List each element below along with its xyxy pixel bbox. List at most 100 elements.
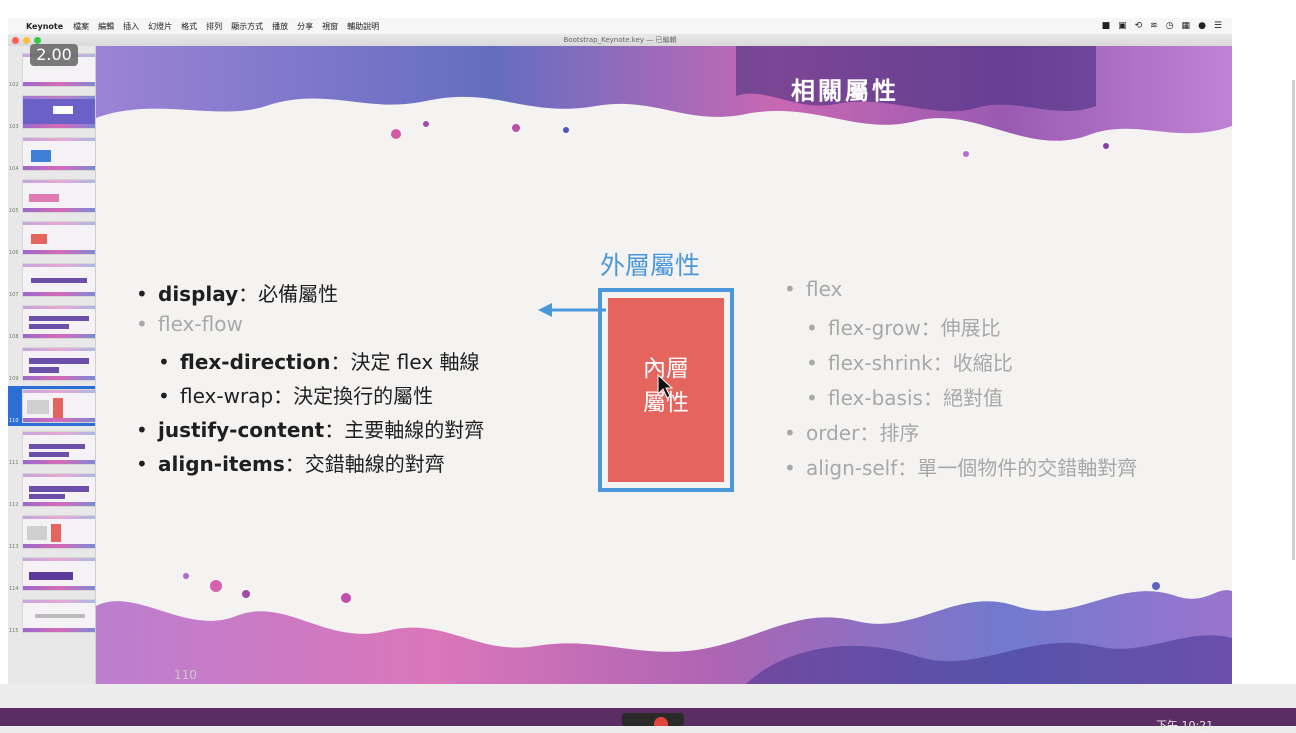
slide-thumbnail-number: 102 <box>9 82 19 88</box>
menu-arrange[interactable]: 排列 <box>206 21 222 32</box>
menu-format[interactable]: 格式 <box>181 21 197 32</box>
menu-app-name[interactable]: Keynote <box>26 22 63 31</box>
minimize-window-button[interactable] <box>23 37 30 44</box>
inner-property-item: • flex-grow：伸展比 <box>806 312 1001 341</box>
menu-file[interactable]: 檔案 <box>73 21 89 32</box>
slide-thumbnail[interactable]: 113 <box>8 512 95 552</box>
menu-view[interactable]: 顯示方式 <box>231 21 263 32</box>
property-description: flex-shrink：收縮比 <box>828 351 1013 375</box>
property-description: order：排序 <box>806 421 920 445</box>
menu-window[interactable]: 視窗 <box>322 21 338 32</box>
bullet-icon: • <box>806 386 818 410</box>
outer-property-item: • flex-wrap：決定換行的屬性 <box>158 380 433 409</box>
slide-thumbnail-number: 111 <box>9 460 19 466</box>
bullet-icon: • <box>158 384 170 408</box>
menu-slide[interactable]: 幻燈片 <box>148 21 172 32</box>
bullet-icon: • <box>806 316 818 340</box>
vertical-scrollbar[interactable] <box>1292 80 1295 560</box>
slide-thumbnail[interactable]: 110 <box>8 386 95 426</box>
slide-thumbnail[interactable]: 114 <box>8 554 95 594</box>
property-description: flex-wrap：決定換行的屬性 <box>180 384 434 408</box>
document-title: Bootstrap_Keynote.key — 已編輯 <box>563 36 677 44</box>
bullet-icon: • <box>806 351 818 375</box>
property-description: flex-basis：絕對值 <box>828 386 1003 410</box>
slide-navigator[interactable]: 102 103 104 105 106 107 108 109 110 111 112 113 114 1… <box>8 46 96 684</box>
outer-property-item: • flex-direction：決定 flex 軸線 <box>158 346 480 375</box>
property-description: align-self：單一個物件的交錯軸對齊 <box>806 456 1138 480</box>
timer-icon[interactable]: ◷ <box>1166 21 1174 31</box>
inner-property-item: • order：排序 <box>784 417 919 446</box>
outer-property-item: • justify-content：主要軸線的對齊 <box>136 414 484 443</box>
property-description: flex-flow <box>158 312 243 336</box>
slide-thumbnail-number: 114 <box>9 586 19 592</box>
menu-share[interactable]: 分享 <box>297 21 313 32</box>
property-description: ：必備屬性 <box>238 282 339 306</box>
screen-record-icon[interactable]: ■ <box>1102 21 1111 31</box>
menu-edit[interactable]: 編輯 <box>98 21 114 32</box>
slide-thumbnail-number: 108 <box>9 334 19 340</box>
menu-help[interactable]: 輔助說明 <box>347 21 379 32</box>
slide-thumbnail-number: 113 <box>9 544 19 550</box>
menu-bar: Keynote 檔案 編輯 插入 幻燈片 格式 排列 顯示方式 播放 分享 視窗… <box>8 18 1232 34</box>
outer-property-item: • flex-flow <box>136 312 243 336</box>
slide-thumbnail-number: 107 <box>9 292 19 298</box>
slide-thumbnail-image <box>22 305 95 339</box>
outer-property-item: • align-items：交錯軸線的對齊 <box>136 448 445 477</box>
slide-thumbnail-image <box>22 599 95 633</box>
property-description: ：決定 flex 軸線 <box>330 350 480 374</box>
slide-canvas[interactable]: 相關屬性 • display：必備屬性 • flex-flow • flex-direct… <box>96 46 1232 684</box>
close-window-button[interactable] <box>12 37 19 44</box>
screen: Keynote 檔案 編輯 插入 幻燈片 格式 排列 顯示方式 播放 分享 視窗… <box>0 0 1296 732</box>
playback-speed-badge: 2.00 <box>30 44 78 66</box>
inner-property-item: • flex <box>784 277 842 301</box>
inner-property-item: • align-self：單一個物件的交錯軸對齊 <box>784 452 1137 481</box>
bullet-icon: • <box>136 452 148 476</box>
slide-number: 110 <box>174 668 197 682</box>
slide-thumbnail-image <box>22 557 95 591</box>
slide-thumbnail[interactable]: 108 <box>8 302 95 342</box>
arrow-head <box>538 303 552 317</box>
slide-thumbnail[interactable]: 105 <box>8 176 95 216</box>
menu-play[interactable]: 播放 <box>272 21 288 32</box>
slide-thumbnail[interactable]: 103 <box>8 92 95 132</box>
slide-thumbnail-image <box>22 263 95 297</box>
slide-thumbnail[interactable]: 112 <box>8 470 95 510</box>
slide-thumbnail-number: 104 <box>9 166 19 172</box>
property-description: flex-grow：伸展比 <box>828 316 1001 340</box>
slide-thumbnail-image <box>22 347 95 381</box>
status-icons: ■ ▣ ⟲ ≋ ◷ ▦ ● ☰ <box>1102 21 1222 31</box>
zoom-window-button[interactable] <box>34 37 41 44</box>
input-method-icon[interactable]: ▦ <box>1182 21 1191 31</box>
slide-thumbnail[interactable]: 104 <box>8 134 95 174</box>
slide-thumbnail-image <box>22 221 95 255</box>
record-indicator-icon <box>654 717 668 726</box>
bullet-icon: • <box>784 277 796 301</box>
menu-insert[interactable]: 插入 <box>123 21 139 32</box>
list-icon[interactable]: ☰ <box>1214 21 1222 31</box>
slide-thumbnail[interactable]: 106 <box>8 218 95 258</box>
bullet-icon: • <box>784 421 796 445</box>
slide-thumbnail[interactable]: 107 <box>8 260 95 300</box>
user-icon[interactable]: ● <box>1198 21 1206 31</box>
slide-thumbnail-number: 105 <box>9 208 19 214</box>
cursor-icon[interactable]: ▣ <box>1118 21 1127 31</box>
slide-thumbnail-number: 106 <box>9 250 19 256</box>
slide-thumbnail-number: 115 <box>9 628 19 634</box>
mouse-pointer-icon <box>657 374 674 399</box>
slide-thumbnail-image <box>22 179 95 213</box>
slide-thumbnail-image <box>22 515 95 549</box>
slide-thumbnail[interactable]: 115 <box>8 596 95 636</box>
slide-thumbnail-number: 112 <box>9 502 19 508</box>
property-name: display <box>158 282 239 306</box>
wifi-icon[interactable]: ≋ <box>1150 21 1158 31</box>
slide-thumbnail-number: 109 <box>9 376 19 382</box>
inner-property-item: • flex-shrink：收縮比 <box>806 347 1013 376</box>
slide-thumbnail[interactable]: 111 <box>8 428 95 468</box>
history-icon[interactable]: ⟲ <box>1135 21 1143 31</box>
property-name: align-items <box>158 452 285 476</box>
slide-thumbnail[interactable]: 109 <box>8 344 95 384</box>
property-description: ：主要軸線的對齊 <box>324 418 485 442</box>
dock-app-icon[interactable] <box>622 713 684 726</box>
outer-label: 外層屬性 <box>600 251 701 280</box>
bullet-icon: • <box>784 456 796 480</box>
